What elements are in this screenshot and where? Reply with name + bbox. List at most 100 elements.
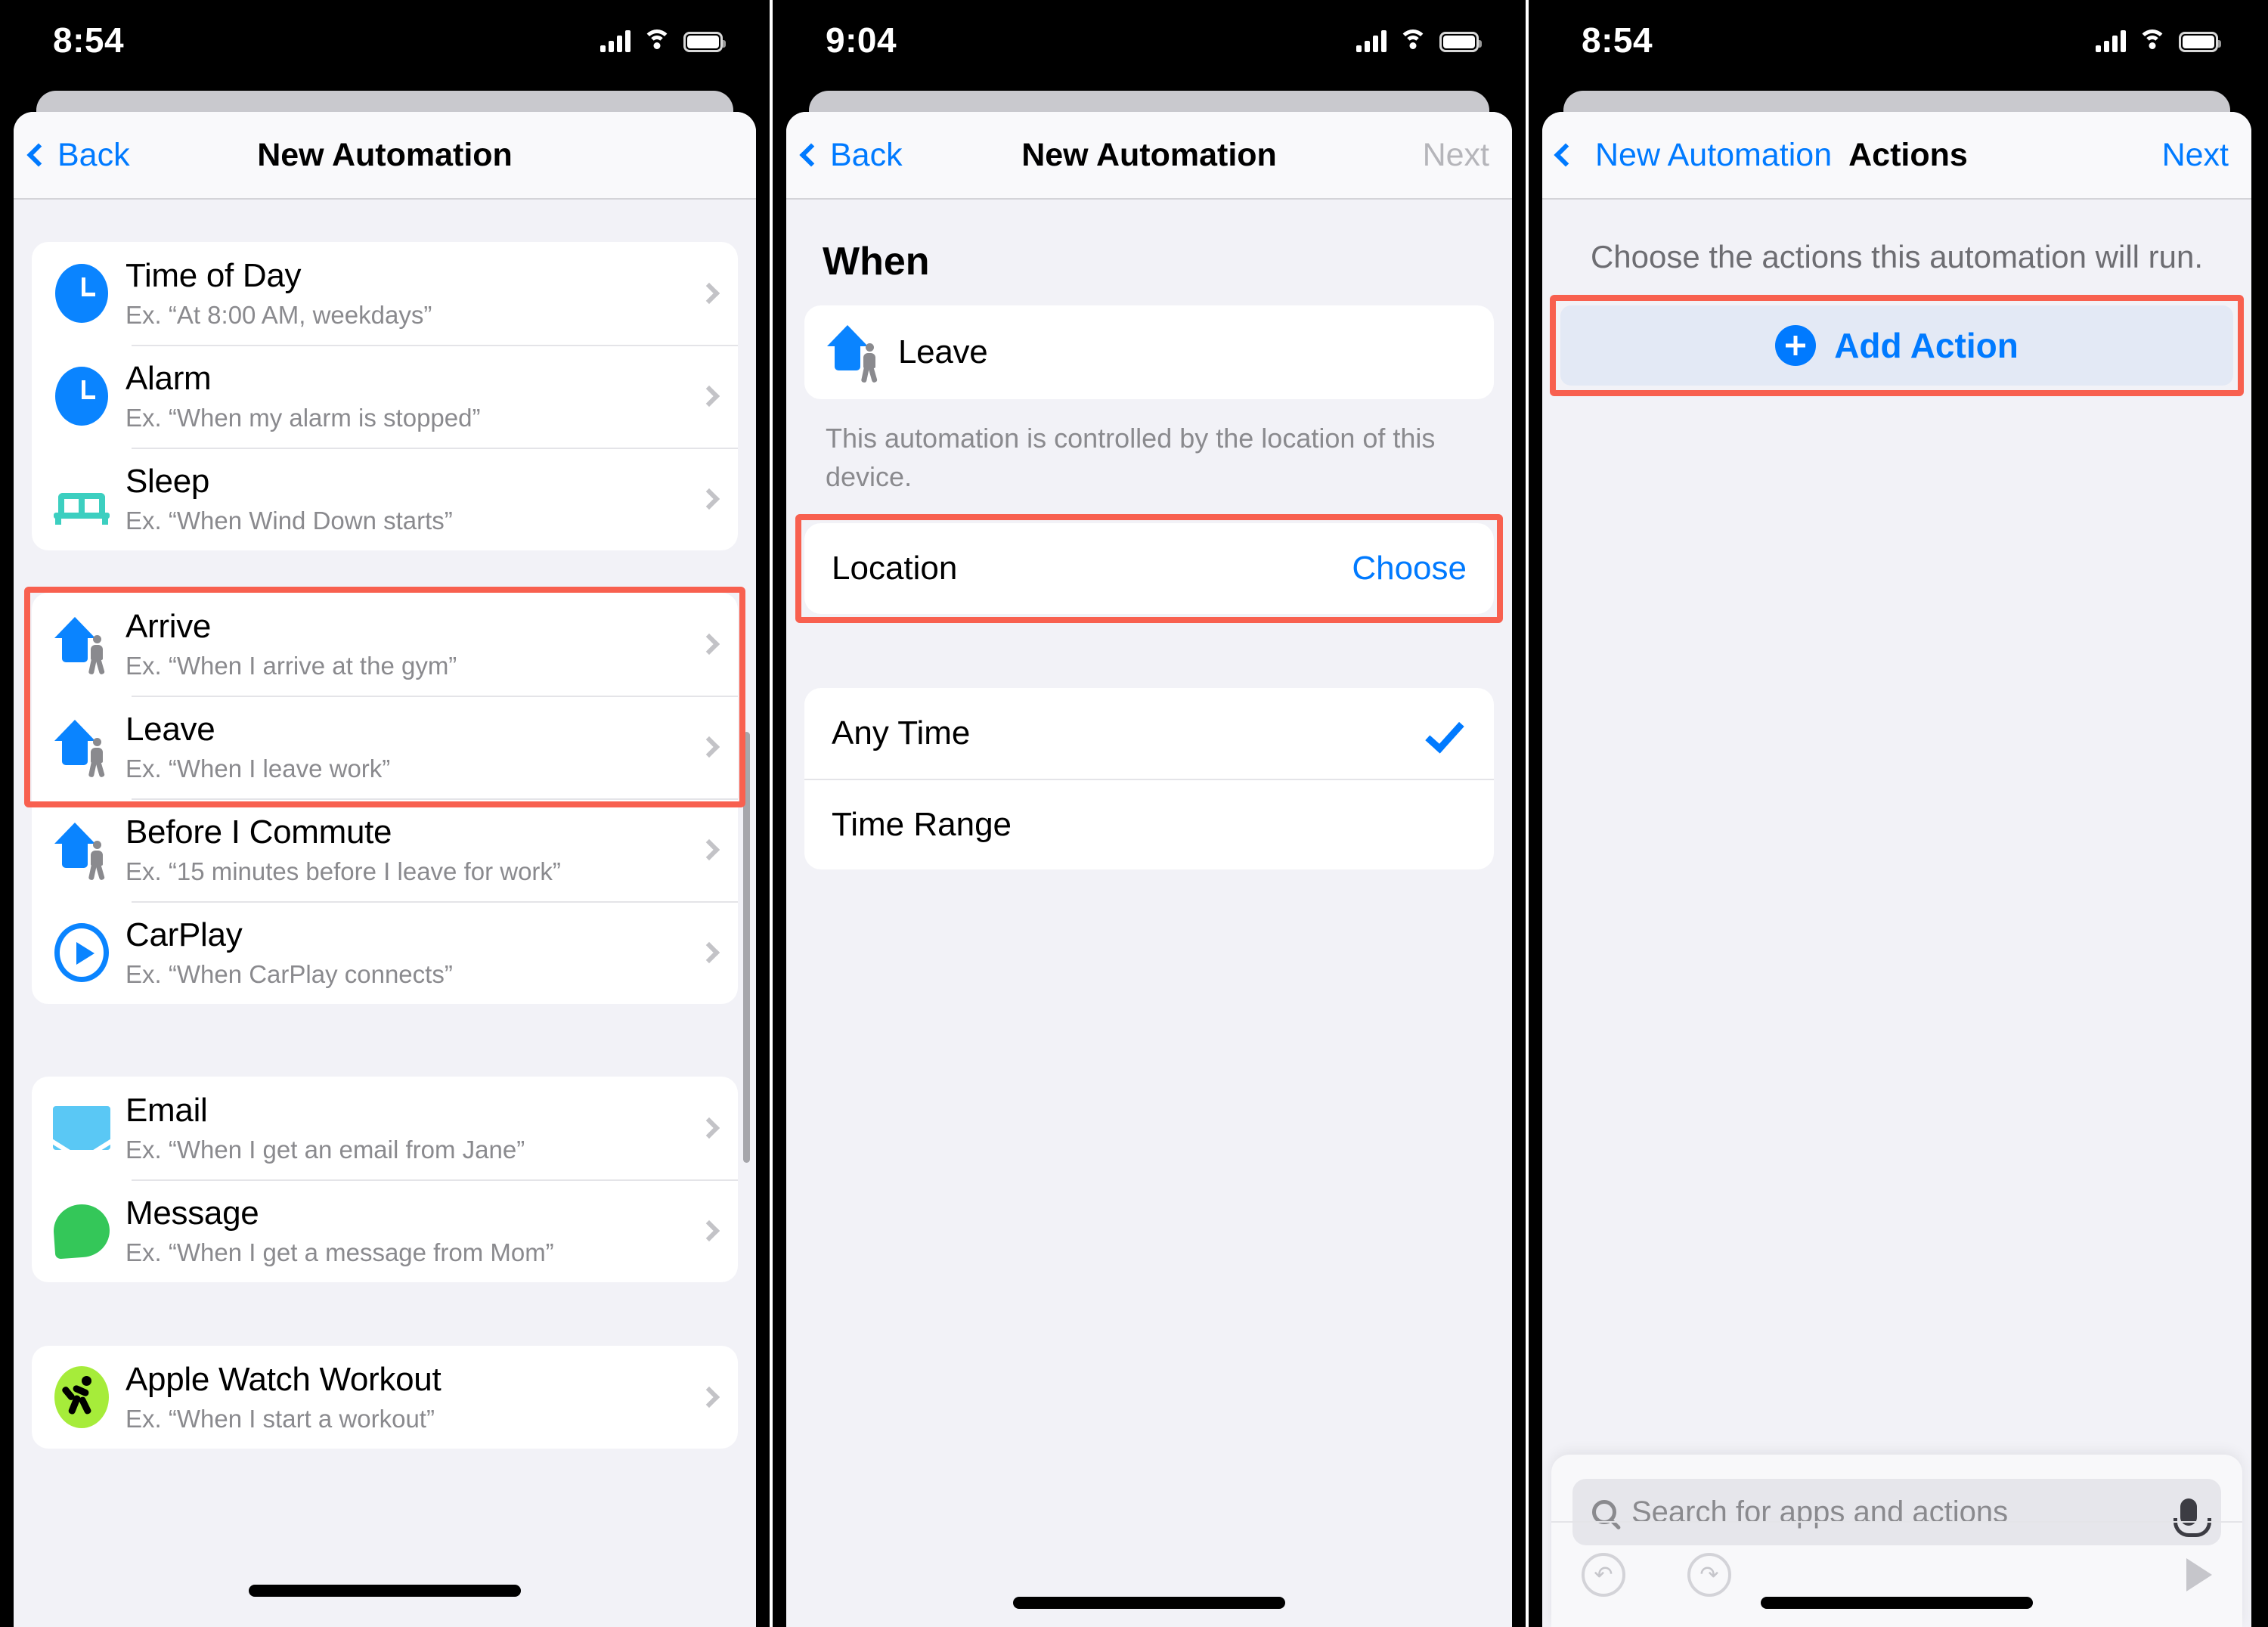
list-item-arrive[interactable]: Arrive Ex. “When I arrive at the gym” xyxy=(32,593,738,696)
battery-icon xyxy=(683,32,726,52)
three-panel-screenshot: 8:54 Back New Automation Time of Day Ex.… xyxy=(0,0,2268,1627)
list-item-subtitle: Ex. “When Wind Down starts” xyxy=(125,507,453,535)
status-clock: 8:54 xyxy=(1582,20,1653,60)
chevron-right-icon xyxy=(698,1219,720,1242)
chevron-left-icon xyxy=(1554,143,1578,167)
trigger-group-workout: Apple Watch Workout Ex. “When I start a … xyxy=(32,1346,738,1449)
bed-icon xyxy=(50,467,113,531)
status-icons xyxy=(600,29,726,52)
chevron-left-icon xyxy=(799,143,823,167)
carplay-icon xyxy=(50,921,113,984)
back-button-3[interactable]: New Automation xyxy=(1595,137,1832,174)
option-label: Time Range xyxy=(832,806,1012,844)
house-walking-icon xyxy=(823,321,886,384)
list-item-title: Leave xyxy=(125,711,215,748)
back-button-2[interactable]: Back xyxy=(786,137,903,174)
home-indicator-1 xyxy=(249,1585,521,1597)
status-bar-3: 8:54 xyxy=(1529,0,2265,74)
message-bubble-icon xyxy=(50,1199,113,1263)
chevron-right-icon xyxy=(698,1117,720,1139)
add-action-label: Add Action xyxy=(1834,326,2019,365)
navigation-bar-3: New Automation Actions Next xyxy=(1542,112,2251,200)
option-time-range[interactable]: Time Range xyxy=(804,779,1494,869)
section-title-when: When xyxy=(823,240,930,284)
editor-toolbar: ↶ ↷ xyxy=(1551,1521,2242,1627)
list-item-subtitle: Ex. “15 minutes before I leave for work” xyxy=(125,857,561,885)
battery-icon xyxy=(2179,32,2221,52)
list-item-title: Time of Day xyxy=(125,257,302,294)
list-item-subtitle: Ex. “When I leave work” xyxy=(125,755,391,783)
alarm-clock-icon xyxy=(50,364,113,428)
scrollbar-indicator[interactable] xyxy=(743,732,750,1163)
play-icon[interactable] xyxy=(2186,1558,2212,1591)
add-action-button[interactable]: Add Action xyxy=(1560,305,2233,386)
location-row[interactable]: Location Choose xyxy=(804,523,1494,614)
chevron-left-icon xyxy=(26,143,51,167)
actions-hint: Choose the actions this automation will … xyxy=(1590,239,2204,274)
list-item-before-i-commute[interactable]: Before I Commute Ex. “15 minutes before … xyxy=(32,798,738,901)
modal-sheet-1: Back New Automation Time of Day Ex. “At … xyxy=(14,112,756,1627)
navigation-bar-1: Back New Automation xyxy=(14,112,756,200)
list-item-title: Email xyxy=(125,1092,208,1129)
list-item-carplay[interactable]: CarPlay Ex. “When CarPlay connects” xyxy=(32,901,738,1004)
chevron-right-icon xyxy=(698,488,720,510)
location-footnote: This automation is controlled by the loc… xyxy=(826,423,1436,493)
trigger-summary-card: Leave xyxy=(804,305,1494,399)
actions-content: Choose the actions this automation will … xyxy=(1542,200,2251,1627)
redo-icon[interactable]: ↷ xyxy=(1687,1553,1731,1597)
trigger-group-time: Time of Day Ex. “At 8:00 AM, weekdays” A… xyxy=(32,242,738,550)
wifi-icon xyxy=(1399,29,1427,52)
list-item-subtitle: Ex. “When I get an email from Jane” xyxy=(125,1136,525,1164)
wifi-icon xyxy=(643,29,671,52)
list-item-email[interactable]: Email Ex. “When I get an email from Jane… xyxy=(32,1077,738,1179)
back-label: Back xyxy=(830,136,903,173)
list-item-leave[interactable]: Leave Ex. “When I leave work” xyxy=(32,696,738,798)
status-bar-1: 8:54 xyxy=(0,0,770,74)
plus-circle-icon xyxy=(1775,325,1817,366)
option-label: Any Time xyxy=(832,714,971,752)
location-choose-button[interactable]: Choose xyxy=(1352,550,1467,587)
running-person-icon xyxy=(50,1365,113,1429)
list-item-title: Apple Watch Workout xyxy=(125,1361,442,1398)
clock-icon xyxy=(50,262,113,325)
cellular-signal-icon xyxy=(2096,29,2126,52)
next-button-3[interactable]: Next xyxy=(2162,137,2251,174)
status-clock: 9:04 xyxy=(826,20,897,60)
panel-new-automation-triggers: 8:54 Back New Automation Time of Day Ex.… xyxy=(0,0,770,1627)
when-content: When Leave This automation is controlled… xyxy=(786,200,1512,1627)
trigger-row-leave[interactable]: Leave xyxy=(804,305,1494,399)
time-options-card: Any Time Time Range xyxy=(804,688,1494,870)
list-item-time-of-day[interactable]: Time of Day Ex. “At 8:00 AM, weekdays” xyxy=(32,242,738,345)
list-item-subtitle: Ex. “When I get a message from Mom” xyxy=(125,1238,554,1266)
list-item-title: Alarm xyxy=(125,360,212,397)
back-button-1[interactable]: Back xyxy=(14,137,130,174)
home-indicator-2 xyxy=(1013,1597,1285,1609)
panel-when-location: 9:04 Back New Automation Next When Leave… xyxy=(770,0,1526,1627)
list-item-subtitle: Ex. “When CarPlay connects” xyxy=(125,960,453,988)
mail-icon xyxy=(50,1096,113,1160)
trigger-label: Leave xyxy=(898,333,988,370)
next-button-2[interactable]: Next xyxy=(1423,137,1512,174)
wifi-icon xyxy=(2138,29,2167,52)
list-item-title: CarPlay xyxy=(125,916,243,953)
option-any-time[interactable]: Any Time xyxy=(804,688,1494,779)
list-item-sleep[interactable]: Sleep Ex. “When Wind Down starts” xyxy=(32,448,738,550)
trigger-group-communication: Email Ex. “When I get an email from Jane… xyxy=(32,1077,738,1282)
navigation-bar-2: Back New Automation Next xyxy=(786,112,1512,200)
list-item-subtitle: Ex. “When I arrive at the gym” xyxy=(125,652,457,680)
list-item-alarm[interactable]: Alarm Ex. “When my alarm is stopped” xyxy=(32,345,738,448)
list-item-message[interactable]: Message Ex. “When I get a message from M… xyxy=(32,1179,738,1282)
trigger-list-scroll[interactable]: Time of Day Ex. “At 8:00 AM, weekdays” A… xyxy=(14,200,756,1627)
undo-icon[interactable]: ↶ xyxy=(1582,1553,1625,1597)
house-walking-icon xyxy=(50,715,113,779)
cellular-signal-icon xyxy=(600,29,631,52)
list-item-apple-watch-workout[interactable]: Apple Watch Workout Ex. “When I start a … xyxy=(32,1346,738,1449)
location-card: Location Choose xyxy=(804,523,1494,615)
list-item-subtitle: Ex. “At 8:00 AM, weekdays” xyxy=(125,301,432,329)
back-label: Back xyxy=(57,136,130,173)
checkmark-icon xyxy=(1425,713,1464,754)
house-walking-icon xyxy=(50,612,113,676)
list-item-subtitle: Ex. “When my alarm is stopped” xyxy=(125,404,481,432)
location-label: Location xyxy=(832,550,958,587)
panel-actions: 8:54 New Automation Actions Next Choose … xyxy=(1526,0,2265,1627)
